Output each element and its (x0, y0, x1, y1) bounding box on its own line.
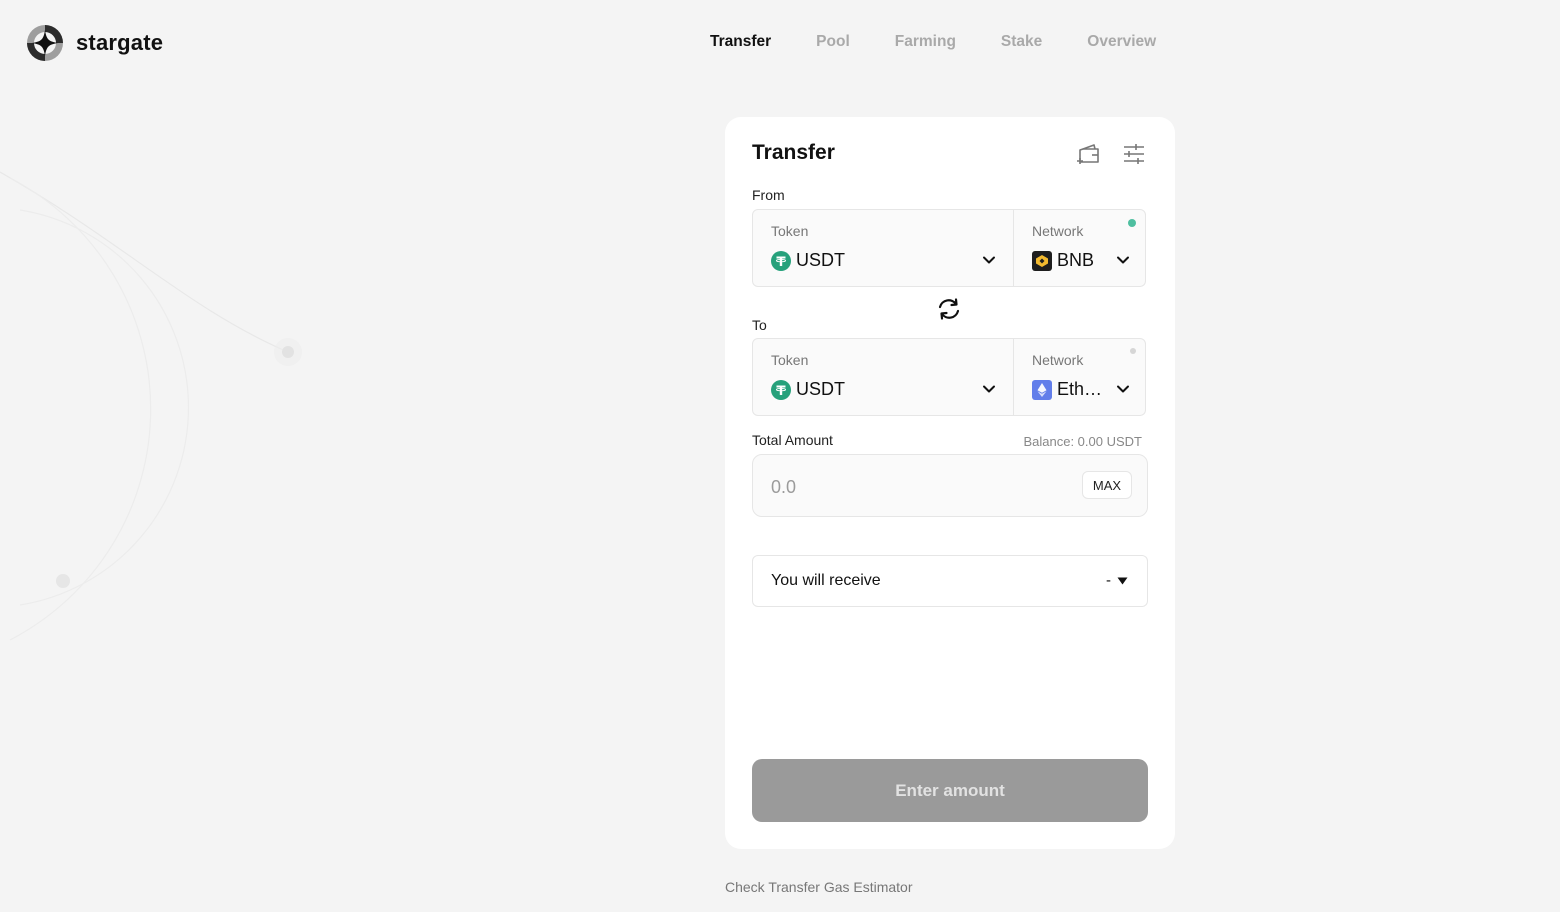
max-button[interactable]: MAX (1082, 471, 1132, 499)
from-network-select[interactable]: Network BNB (1014, 210, 1145, 286)
from-network-label: Network (1032, 223, 1084, 239)
chevron-down-icon (1117, 385, 1129, 393)
caret-down-icon (1117, 577, 1128, 585)
swap-arrows-icon[interactable] (936, 297, 962, 321)
chevron-down-icon (983, 256, 995, 264)
to-network-text: Ethe… (1057, 379, 1109, 399)
to-token-value: USDT (771, 379, 845, 400)
usdt-icon (771, 250, 791, 271)
to-token-select[interactable]: Token USDT (753, 339, 1014, 415)
nav-transfer[interactable]: Transfer (710, 33, 771, 51)
amount-label: Total Amount (752, 432, 833, 448)
amount-box: MAX (752, 454, 1148, 517)
receive-value: - (1106, 572, 1111, 589)
to-token-label: Token (771, 352, 809, 368)
chevron-down-icon (983, 385, 995, 393)
amount-input[interactable] (769, 472, 1053, 502)
from-token-text: USDT (796, 250, 845, 270)
page: stargate Transfer Pool Farming Stake Ove… (0, 0, 1560, 912)
gas-estimator-link[interactable]: Check Transfer Gas Estimator (725, 879, 913, 895)
to-token-text: USDT (796, 379, 845, 399)
to-label: To (752, 317, 767, 333)
to-network-select[interactable]: Network Ethe… (1014, 339, 1145, 415)
nav-pool[interactable]: Pool (816, 33, 850, 51)
receive-dropdown[interactable]: You will receive - (752, 555, 1148, 607)
usdt-icon (771, 379, 791, 400)
enter-amount-button[interactable]: Enter amount (752, 759, 1148, 822)
to-selector: Token USDT Network Ethe… (752, 338, 1146, 416)
brand-name: stargate (76, 30, 164, 55)
from-token-select[interactable]: Token USDT (753, 210, 1014, 286)
to-network-value: Ethe… (1032, 379, 1109, 400)
receive-label: You will receive (771, 572, 881, 589)
sliders-icon[interactable] (1121, 141, 1147, 167)
bnb-icon (1032, 250, 1052, 271)
wallet-add-icon[interactable] (1076, 141, 1102, 167)
brand-logo[interactable]: stargate (26, 24, 163, 62)
to-network-status-dot (1130, 348, 1136, 354)
ethereum-icon (1032, 379, 1052, 400)
from-selector: Token USDT Network BNB (752, 209, 1146, 287)
to-network-label: Network (1032, 352, 1084, 368)
stargate-logo-icon (27, 25, 63, 61)
card-title: Transfer (752, 141, 835, 164)
amount-header: Total Amount Balance: 0.00 USDT (752, 432, 1142, 450)
background-decoration (0, 171, 302, 641)
main-nav: Transfer Pool Farming Stake Overview (710, 33, 1201, 51)
nav-farming[interactable]: Farming (895, 33, 956, 51)
transfer-card: Transfer From Token USDT Network BNB To … (725, 117, 1175, 849)
from-label: From (752, 187, 785, 203)
from-token-value: USDT (771, 250, 845, 271)
chevron-down-icon (1117, 256, 1129, 264)
from-network-text: BNB (1057, 250, 1095, 270)
from-network-status-dot (1128, 219, 1136, 227)
nav-overview[interactable]: Overview (1087, 33, 1156, 51)
from-token-label: Token (771, 223, 809, 239)
from-network-value: BNB (1032, 250, 1094, 271)
nav-stake[interactable]: Stake (1001, 33, 1042, 51)
balance-text: Balance: 0.00 USDT (1023, 434, 1142, 449)
